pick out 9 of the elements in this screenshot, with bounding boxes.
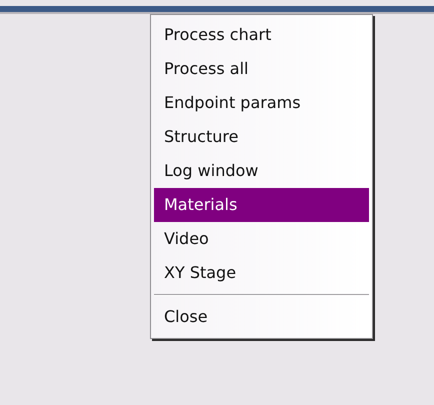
menu-item[interactable]: Video	[154, 222, 369, 256]
menu-item[interactable]: Materials	[154, 188, 369, 222]
menu-item[interactable]: Process all	[154, 52, 369, 86]
menu-item[interactable]: Structure	[154, 120, 369, 154]
menu-item[interactable]: Process chart	[154, 18, 369, 52]
menu-item[interactable]: Log window	[154, 154, 369, 188]
menu-item[interactable]: Endpoint params	[154, 86, 369, 120]
menu-item[interactable]: XY Stage	[154, 256, 369, 290]
menu-item[interactable]: Close	[154, 300, 369, 334]
